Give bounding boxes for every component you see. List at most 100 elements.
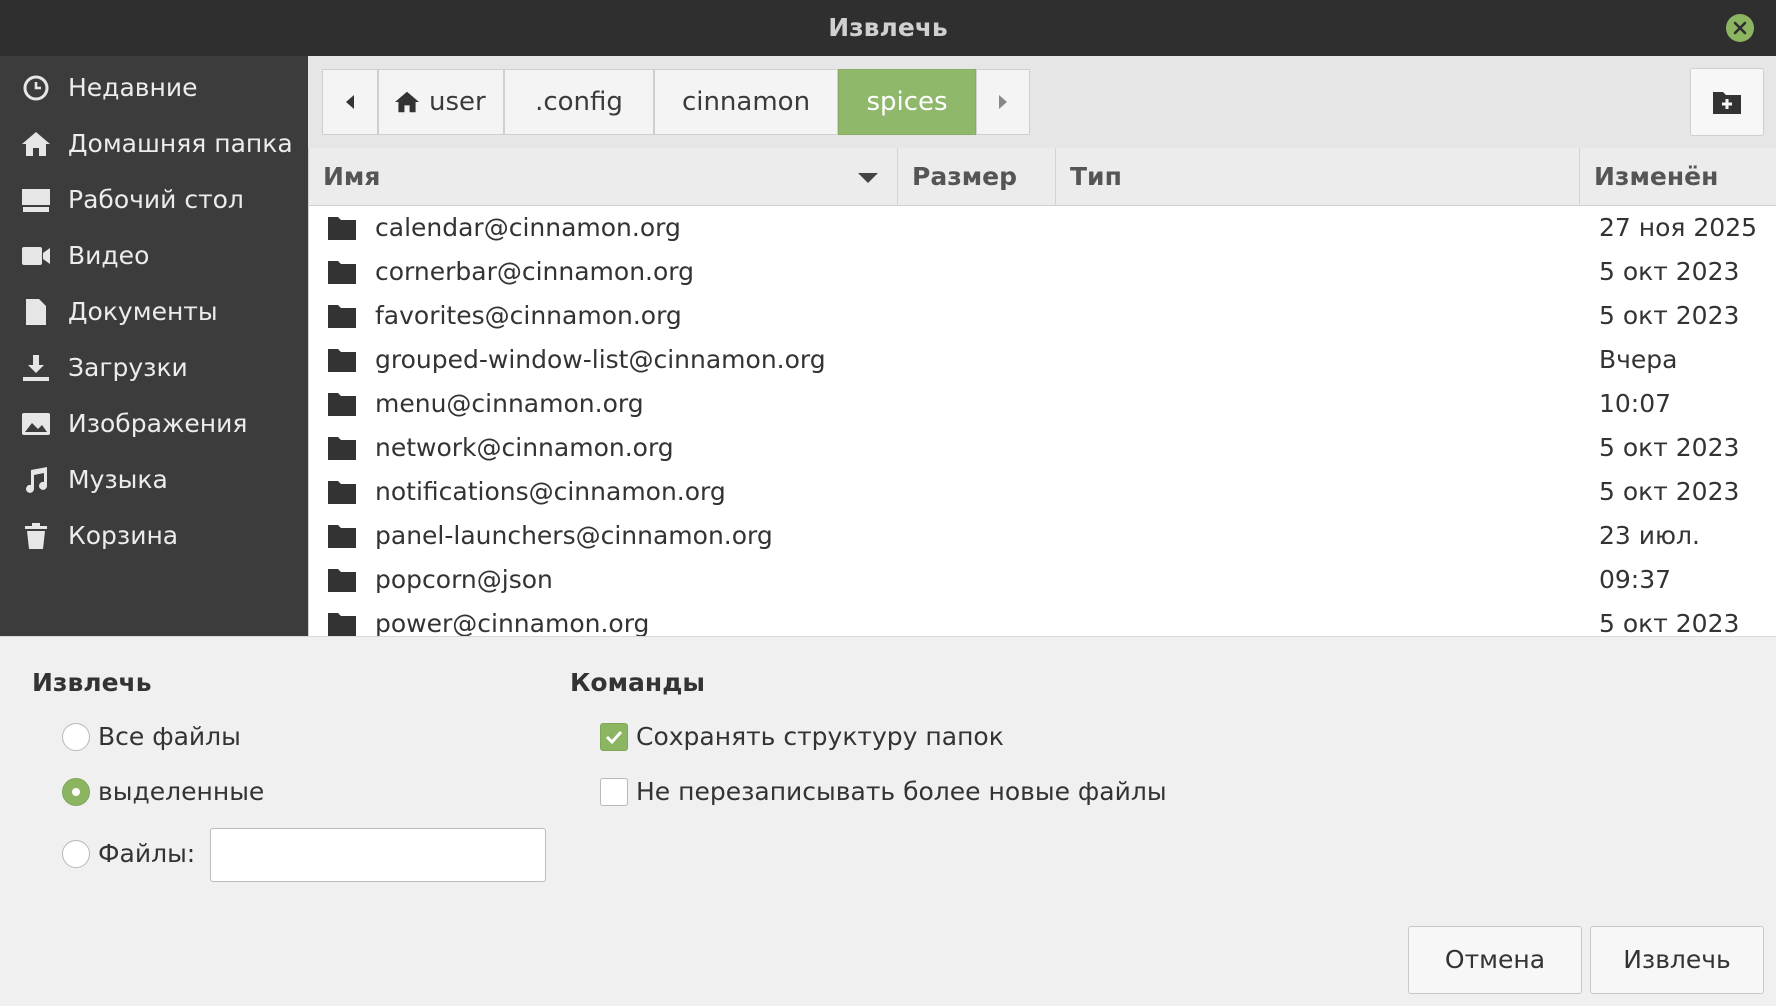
window-title: Извлечь: [828, 13, 948, 42]
file-name: popcorn@json: [375, 565, 553, 594]
desktop-icon: [22, 189, 50, 212]
cancel-button[interactable]: Отмена: [1408, 926, 1582, 994]
path-segment-user[interactable]: user: [378, 69, 504, 135]
video-icon: [22, 247, 50, 265]
folder-icon: [328, 613, 356, 636]
folder-icon: [328, 261, 356, 284]
column-size[interactable]: Размер: [898, 148, 1056, 206]
file-modified: 5 окт 2023: [1599, 301, 1740, 330]
table-row[interactable]: grouped-window-list@cinnamon.org Вчера: [309, 338, 1776, 382]
sidebar-item-desktop[interactable]: Рабочий стол: [0, 168, 308, 232]
table-row[interactable]: favorites@cinnamon.org 5 окт 2023: [309, 294, 1776, 338]
file-name: favorites@cinnamon.org: [375, 301, 682, 330]
sidebar-item-video[interactable]: Видео: [0, 224, 308, 288]
table-row[interactable]: cornerbar@cinnamon.org 5 окт 2023: [309, 250, 1776, 294]
sidebar-item-music[interactable]: Музыка: [0, 448, 308, 512]
file-name: calendar@cinnamon.org: [375, 213, 681, 242]
new-folder-button[interactable]: [1690, 68, 1764, 136]
sidebar-item-label: Изображения: [68, 409, 248, 438]
sidebar-item-trash[interactable]: Корзина: [0, 504, 308, 568]
path-segment-cinnamon[interactable]: cinnamon: [654, 69, 838, 135]
home-icon: [395, 91, 419, 113]
file-name: notifications@cinnamon.org: [375, 477, 726, 506]
table-row[interactable]: menu@cinnamon.org 10:07: [309, 382, 1776, 426]
file-name: grouped-window-list@cinnamon.org: [375, 345, 826, 374]
radio-circle[interactable]: [62, 723, 90, 751]
sidebar-item-documents[interactable]: Документы: [0, 280, 308, 344]
file-name: cornerbar@cinnamon.org: [375, 257, 694, 286]
sort-down-icon: [858, 173, 878, 183]
column-type[interactable]: Тип: [1056, 148, 1580, 206]
clock-icon: [23, 75, 49, 101]
path-forward-button[interactable]: [976, 69, 1030, 135]
folder-icon: [328, 305, 356, 328]
title-bar: Извлечь: [0, 0, 1776, 56]
download-icon: [23, 355, 49, 381]
sidebar-item-images[interactable]: Изображения: [0, 392, 308, 456]
file-modified: 5 окт 2023: [1599, 433, 1740, 462]
sidebar-item-label: Музыка: [68, 465, 168, 494]
folder-icon: [328, 569, 356, 592]
file-modified: 09:37: [1599, 565, 1672, 594]
radio-circle[interactable]: [62, 840, 90, 868]
path-back-button[interactable]: [322, 69, 378, 135]
table-row[interactable]: panel-launchers@cinnamon.org 23 июл.: [309, 514, 1776, 558]
folder-icon: [328, 525, 356, 548]
checkmark-icon: [605, 730, 623, 745]
sidebar-item-recent[interactable]: Недавние: [0, 56, 308, 120]
file-modified: Вчера: [1599, 345, 1678, 374]
file-name: panel-launchers@cinnamon.org: [375, 521, 773, 550]
radio-label: выделенные: [98, 777, 265, 806]
new-folder-icon: [1713, 92, 1741, 114]
column-header: Имя Размер Тип Изменён: [309, 148, 1776, 206]
table-row[interactable]: power@cinnamon.org 5 окт 2023: [309, 602, 1776, 636]
close-button[interactable]: [1726, 14, 1754, 42]
table-row[interactable]: popcorn@json 09:37: [309, 558, 1776, 602]
sidebar-item-label: Рабочий стол: [68, 185, 244, 214]
image-icon: [22, 413, 50, 435]
table-row[interactable]: notifications@cinnamon.org 5 окт 2023: [309, 470, 1776, 514]
sidebar-item-label: Документы: [68, 297, 218, 326]
trash-icon: [25, 523, 47, 549]
radio-circle-checked[interactable]: [62, 778, 90, 806]
sidebar-item-downloads[interactable]: Загрузки: [0, 336, 308, 400]
document-icon: [26, 299, 46, 325]
extract-button[interactable]: Извлечь: [1590, 926, 1764, 994]
file-modified: 23 июл.: [1599, 521, 1700, 550]
file-modified: 5 окт 2023: [1599, 609, 1740, 636]
table-row[interactable]: calendar@cinnamon.org 27 ноя 2025: [309, 206, 1776, 250]
folder-icon: [328, 393, 356, 416]
path-segment-config[interactable]: .config: [504, 69, 654, 135]
chevron-left-icon: [346, 95, 354, 109]
file-name: menu@cinnamon.org: [375, 389, 644, 418]
folder-icon: [328, 437, 356, 460]
folder-icon: [328, 481, 356, 504]
radio-label: Файлы:: [98, 839, 196, 868]
path-bar: user .config cinnamon spices: [308, 56, 1776, 148]
sidebar-item-label: Корзина: [68, 521, 179, 550]
file-modified: 10:07: [1599, 389, 1672, 418]
path-segment-spices[interactable]: spices: [838, 69, 976, 135]
commands-section-title: Команды: [570, 668, 705, 697]
files-pattern-input[interactable]: [210, 828, 546, 882]
table-row[interactable]: network@cinnamon.org 5 окт 2023: [309, 426, 1776, 470]
close-icon: [1733, 21, 1747, 35]
path-segment-label: spices: [866, 87, 948, 117]
extract-section-title: Извлечь: [32, 668, 152, 697]
column-modified[interactable]: Изменён: [1580, 148, 1776, 206]
checkbox-box[interactable]: [600, 778, 628, 806]
column-size-label: Размер: [912, 162, 1018, 191]
column-name[interactable]: Имя: [309, 148, 898, 206]
checkbox-label: Сохранять структуру папок: [636, 722, 1004, 751]
file-modified: 5 окт 2023: [1599, 257, 1740, 286]
column-modified-label: Изменён: [1594, 162, 1719, 191]
folder-icon: [328, 349, 356, 372]
checkbox-label: Не перезаписывать более новые файлы: [636, 777, 1167, 806]
column-name-label: Имя: [323, 162, 381, 191]
chevron-right-icon: [999, 95, 1007, 109]
file-list: Имя Размер Тип Изменён calendar@cinnamon…: [308, 148, 1776, 780]
home-icon: [22, 132, 50, 156]
file-modified: 5 окт 2023: [1599, 477, 1740, 506]
checkbox-box-checked[interactable]: [600, 723, 628, 751]
sidebar-item-home[interactable]: Домашняя папка: [0, 112, 308, 176]
